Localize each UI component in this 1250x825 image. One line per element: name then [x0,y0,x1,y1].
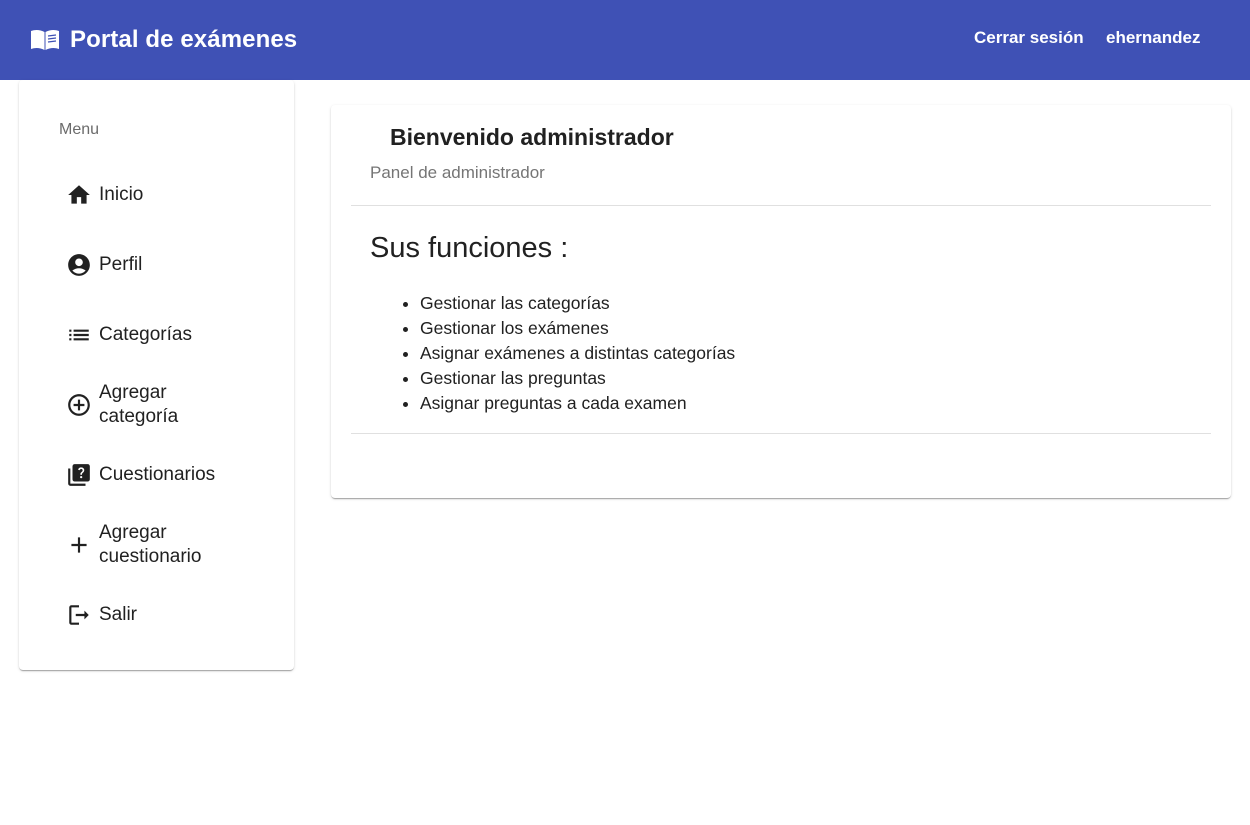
logout-button[interactable]: Cerrar sesión [974,28,1084,48]
username-link[interactable]: ehernandez [1106,28,1200,48]
list-icon [65,321,93,349]
sidebar-item-categorias[interactable]: Categorías [65,321,265,349]
list-item: Gestionar las preguntas [420,366,735,391]
page-title: Bienvenido administrador [390,124,674,150]
sidebar-item-cuestionarios[interactable]: Cuestionarios [65,461,265,489]
sidebar-item-label: Agregar cuestionario [99,522,202,567]
brand[interactable]: Portal de exámenes [30,22,297,58]
sidebar-item-agregar-cuestionario[interactable]: Agregar cuestionario [65,521,265,569]
functions-list: Gestionar las categorías Gestionar los e… [420,291,735,416]
page-subtitle: Panel de administrador [370,163,545,182]
sidebar-item-label: Categorías [99,324,192,345]
app-title: Portal de exámenes [70,26,298,53]
list-item: Asignar exámenes a distintas categorías [420,341,735,366]
top-toolbar: Portal de exámenes Cerrar sesión ehernan… [0,0,1250,80]
sidebar-item-salir[interactable]: Salir [65,601,265,629]
list-item: Asignar preguntas a cada examen [420,391,735,416]
open-book-icon [30,28,60,52]
list-item: Gestionar los exámenes [420,316,735,341]
welcome-card: Bienvenido administrador Panel de admini… [331,105,1231,498]
menu-header: Menu [59,121,100,138]
plus-icon [65,531,93,559]
divider [351,205,1211,206]
logout-icon [65,601,93,629]
sidebar-item-inicio[interactable]: Inicio [65,181,265,209]
sidebar-item-label: Agregar categoría [99,382,179,427]
sidebar-item-label: Salir [99,604,138,625]
section-title: Sus funciones : [370,232,569,264]
account-circle-icon [65,251,93,279]
sidebar: Menu Inicio Perfil Categorías Agregar ca… [19,80,294,670]
sidebar-item-label: Perfil [99,254,143,275]
add-circle-outline-icon [65,391,93,419]
sidebar-item-agregar-categoria[interactable]: Agregar categoría [65,381,265,429]
sidebar-item-label: Inicio [99,184,144,205]
list-item: Gestionar las categorías [420,291,735,316]
divider [351,433,1211,434]
sidebar-item-perfil[interactable]: Perfil [65,251,265,279]
quiz-icon [65,461,93,489]
sidebar-item-label: Cuestionarios [99,464,216,485]
home-icon [65,181,93,209]
